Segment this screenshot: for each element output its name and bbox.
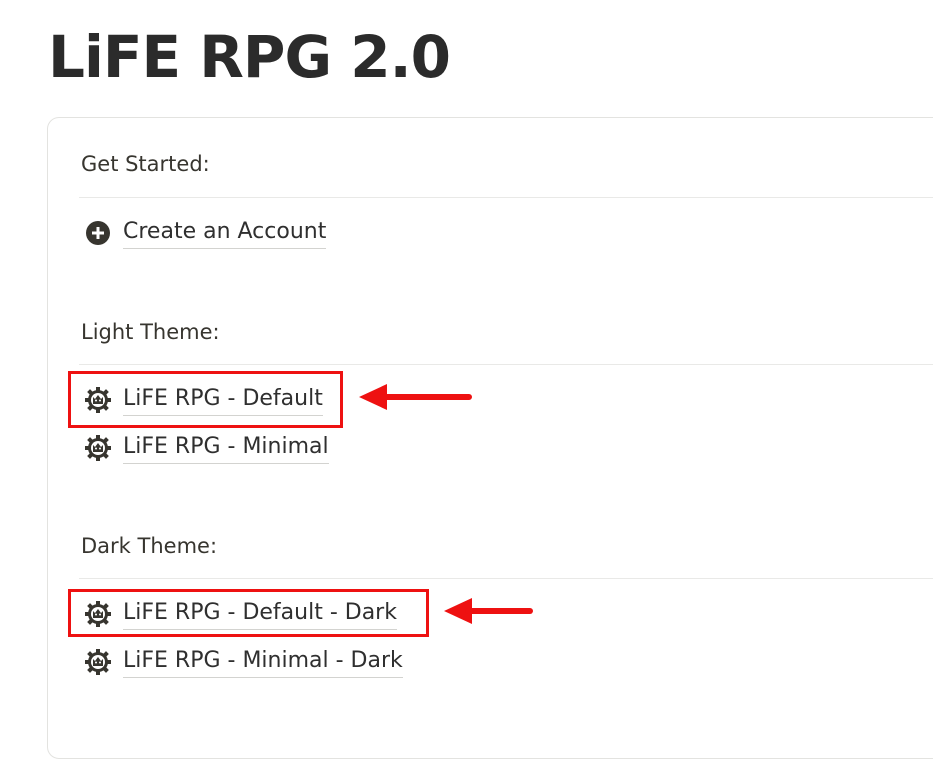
divider [79,364,933,365]
highlight-box [68,589,429,637]
red-arrow-icon [359,384,472,410]
life-rpg-minimal-label: LiFE RPG - Minimal [123,432,329,464]
highlight-box [68,371,343,428]
life-rpg-minimal-dark-link[interactable]: LiFE RPG - Minimal - Dark [84,645,403,679]
dark-theme-heading: Dark Theme: [81,534,218,558]
life-rpg-minimal-link[interactable]: LiFE RPG - Minimal [84,431,329,465]
create-account-link[interactable]: Create an Account [84,216,327,250]
light-theme-heading: Light Theme: [81,320,220,344]
gear-cat-icon [84,648,112,676]
plus-circle-icon [84,219,112,247]
life-rpg-minimal-dark-label: LiFE RPG - Minimal - Dark [123,646,403,678]
gear-cat-icon [84,434,112,462]
divider [79,578,933,579]
page-title: LiFE RPG 2.0 [48,23,451,91]
divider [79,197,933,198]
get-started-heading: Get Started: [81,152,210,176]
red-arrow-icon [444,598,533,624]
create-account-label: Create an Account [123,217,327,249]
